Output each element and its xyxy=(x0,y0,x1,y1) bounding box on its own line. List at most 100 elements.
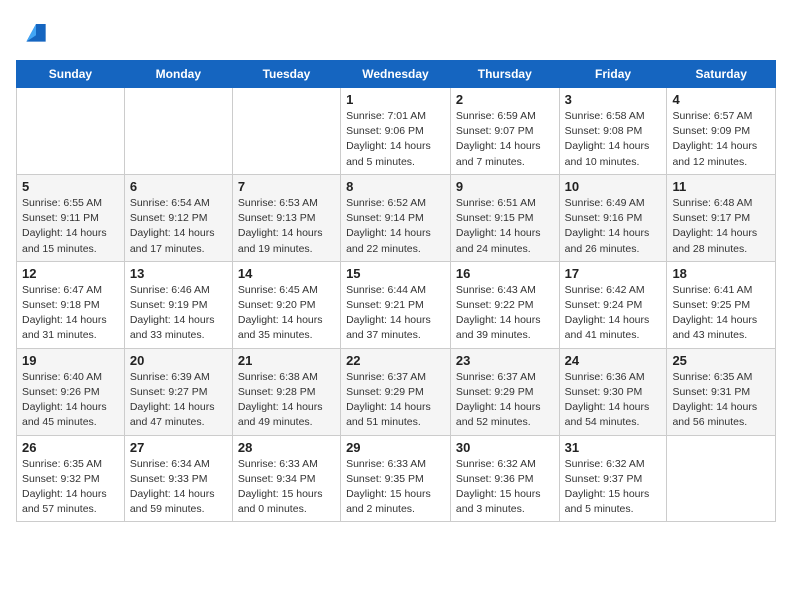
calendar-week-5: 26Sunrise: 6:35 AMSunset: 9:32 PMDayligh… xyxy=(17,435,776,522)
day-info: Sunrise: 6:35 AMSunset: 9:31 PMDaylight:… xyxy=(672,370,770,431)
day-number: 11 xyxy=(672,179,770,194)
day-info: Sunrise: 6:54 AMSunset: 9:12 PMDaylight:… xyxy=(130,196,227,257)
calendar-cell: 3Sunrise: 6:58 AMSunset: 9:08 PMDaylight… xyxy=(559,88,667,175)
calendar-cell xyxy=(232,88,340,175)
day-info: Sunrise: 6:43 AMSunset: 9:22 PMDaylight:… xyxy=(456,283,554,344)
day-info: Sunrise: 6:35 AMSunset: 9:32 PMDaylight:… xyxy=(22,457,119,518)
calendar-week-4: 19 Sunrise: 6:40 AMSunset: 9:26 PMDayligh… xyxy=(17,348,776,435)
calendar-cell: 10 Sunrise: 6:49 AMSunset: 9:16 PMDayligh… xyxy=(559,174,667,261)
day-info: Sunrise: 6:47 AMSunset: 9:18 PMDaylight:… xyxy=(22,283,119,344)
day-number: 19 xyxy=(22,353,119,368)
day-info: Sunrise: 6:49 AMSunset: 9:16 PMDaylight:… xyxy=(565,196,662,257)
calendar-header-thursday: Thursday xyxy=(450,61,559,88)
day-number: 28 xyxy=(238,440,335,455)
day-info: Sunrise: 6:44 AMSunset: 9:21 PMDaylight:… xyxy=(346,283,445,344)
calendar-cell: 18 Sunrise: 6:41 AMSunset: 9:25 PMDayligh… xyxy=(667,261,776,348)
day-info: Sunrise: 6:51 AMSunset: 9:15 PMDaylight:… xyxy=(456,196,554,257)
day-number: 7 xyxy=(238,179,335,194)
day-number: 25 xyxy=(672,353,770,368)
calendar-cell: 16 Sunrise: 6:43 AMSunset: 9:22 PMDayligh… xyxy=(450,261,559,348)
calendar-cell: 12Sunrise: 6:47 AMSunset: 9:18 PMDayligh… xyxy=(17,261,125,348)
page-header xyxy=(16,16,776,48)
logo-icon xyxy=(20,16,52,48)
calendar-cell: 6Sunrise: 6:54 AMSunset: 9:12 PMDaylight… xyxy=(124,174,232,261)
day-info: Sunrise: 6:59 AMSunset: 9:07 PMDaylight:… xyxy=(456,109,554,170)
day-number: 31 xyxy=(565,440,662,455)
calendar-cell: 29 Sunrise: 6:33 AMSunset: 9:35 PMDayligh… xyxy=(341,435,451,522)
calendar-cell: 27 Sunrise: 6:34 AMSunset: 9:33 PMDayligh… xyxy=(124,435,232,522)
calendar-cell: 1 Sunrise: 7:01 AMSunset: 9:06 PMDaylight… xyxy=(341,88,451,175)
day-number: 1 xyxy=(346,92,445,107)
logo xyxy=(16,16,52,48)
day-info: Sunrise: 6:53 AMSunset: 9:13 PMDaylight:… xyxy=(238,196,335,257)
day-number: 17 xyxy=(565,266,662,281)
day-info: Sunrise: 7:01 AMSunset: 9:06 PMDaylight:… xyxy=(346,109,445,170)
calendar-cell: 22Sunrise: 6:37 AMSunset: 9:29 PMDayligh… xyxy=(341,348,451,435)
calendar-week-1: 1 Sunrise: 7:01 AMSunset: 9:06 PMDaylight… xyxy=(17,88,776,175)
day-info: Sunrise: 6:32 AMSunset: 9:37 PMDaylight:… xyxy=(565,457,662,518)
day-number: 4 xyxy=(672,92,770,107)
calendar-cell: 2 Sunrise: 6:59 AMSunset: 9:07 PMDaylight… xyxy=(450,88,559,175)
day-info: Sunrise: 6:36 AMSunset: 9:30 PMDaylight:… xyxy=(565,370,662,431)
day-number: 8 xyxy=(346,179,445,194)
day-number: 15 xyxy=(346,266,445,281)
calendar-header-friday: Friday xyxy=(559,61,667,88)
day-number: 10 xyxy=(565,179,662,194)
calendar-cell xyxy=(124,88,232,175)
calendar-cell: 28 Sunrise: 6:33 AMSunset: 9:34 PMDayligh… xyxy=(232,435,340,522)
calendar-cell: 8 Sunrise: 6:52 AMSunset: 9:14 PMDaylight… xyxy=(341,174,451,261)
day-info: Sunrise: 6:33 AMSunset: 9:35 PMDaylight:… xyxy=(346,457,445,518)
day-number: 5 xyxy=(22,179,119,194)
day-info: Sunrise: 6:48 AMSunset: 9:17 PMDaylight:… xyxy=(672,196,770,257)
calendar-cell: 15 Sunrise: 6:44 AMSunset: 9:21 PMDayligh… xyxy=(341,261,451,348)
day-info: Sunrise: 6:55 AMSunset: 9:11 PMDaylight:… xyxy=(22,196,119,257)
calendar-week-2: 5 Sunrise: 6:55 AMSunset: 9:11 PMDaylight… xyxy=(17,174,776,261)
calendar-cell: 14Sunrise: 6:45 AMSunset: 9:20 PMDayligh… xyxy=(232,261,340,348)
calendar-cell: 17 Sunrise: 6:42 AMSunset: 9:24 PMDayligh… xyxy=(559,261,667,348)
calendar-header-monday: Monday xyxy=(124,61,232,88)
day-info: Sunrise: 6:33 AMSunset: 9:34 PMDaylight:… xyxy=(238,457,335,518)
calendar-cell: 4 Sunrise: 6:57 AMSunset: 9:09 PMDaylight… xyxy=(667,88,776,175)
day-number: 18 xyxy=(672,266,770,281)
calendar-cell: 19 Sunrise: 6:40 AMSunset: 9:26 PMDayligh… xyxy=(17,348,125,435)
day-info: Sunrise: 6:38 AMSunset: 9:28 PMDaylight:… xyxy=(238,370,335,431)
calendar-table: SundayMondayTuesdayWednesdayThursdayFrid… xyxy=(16,60,776,522)
calendar-header-saturday: Saturday xyxy=(667,61,776,88)
day-info: Sunrise: 6:39 AMSunset: 9:27 PMDaylight:… xyxy=(130,370,227,431)
calendar-cell: 21 Sunrise: 6:38 AMSunset: 9:28 PMDayligh… xyxy=(232,348,340,435)
day-number: 13 xyxy=(130,266,227,281)
day-info: Sunrise: 6:52 AMSunset: 9:14 PMDaylight:… xyxy=(346,196,445,257)
calendar-cell: 5 Sunrise: 6:55 AMSunset: 9:11 PMDaylight… xyxy=(17,174,125,261)
calendar-cell xyxy=(667,435,776,522)
day-number: 2 xyxy=(456,92,554,107)
day-number: 27 xyxy=(130,440,227,455)
calendar-header-wednesday: Wednesday xyxy=(341,61,451,88)
calendar-week-3: 12Sunrise: 6:47 AMSunset: 9:18 PMDayligh… xyxy=(17,261,776,348)
day-info: Sunrise: 6:57 AMSunset: 9:09 PMDaylight:… xyxy=(672,109,770,170)
calendar-cell: 26Sunrise: 6:35 AMSunset: 9:32 PMDayligh… xyxy=(17,435,125,522)
calendar-cell: 25 Sunrise: 6:35 AMSunset: 9:31 PMDayligh… xyxy=(667,348,776,435)
calendar-cell: 13 Sunrise: 6:46 AMSunset: 9:19 PMDayligh… xyxy=(124,261,232,348)
calendar-cell xyxy=(17,88,125,175)
day-info: Sunrise: 6:37 AMSunset: 9:29 PMDaylight:… xyxy=(456,370,554,431)
calendar-header-sunday: Sunday xyxy=(17,61,125,88)
day-info: Sunrise: 6:34 AMSunset: 9:33 PMDaylight:… xyxy=(130,457,227,518)
calendar-cell: 24Sunrise: 6:36 AMSunset: 9:30 PMDayligh… xyxy=(559,348,667,435)
day-number: 23 xyxy=(456,353,554,368)
day-number: 29 xyxy=(346,440,445,455)
day-number: 22 xyxy=(346,353,445,368)
day-number: 9 xyxy=(456,179,554,194)
day-info: Sunrise: 6:42 AMSunset: 9:24 PMDaylight:… xyxy=(565,283,662,344)
day-info: Sunrise: 6:41 AMSunset: 9:25 PMDaylight:… xyxy=(672,283,770,344)
day-info: Sunrise: 6:58 AMSunset: 9:08 PMDaylight:… xyxy=(565,109,662,170)
calendar-header-row: SundayMondayTuesdayWednesdayThursdayFrid… xyxy=(17,61,776,88)
calendar-cell: 23 Sunrise: 6:37 AMSunset: 9:29 PMDayligh… xyxy=(450,348,559,435)
day-number: 20 xyxy=(130,353,227,368)
calendar-header-tuesday: Tuesday xyxy=(232,61,340,88)
day-number: 21 xyxy=(238,353,335,368)
calendar-cell: 9 Sunrise: 6:51 AMSunset: 9:15 PMDaylight… xyxy=(450,174,559,261)
day-info: Sunrise: 6:45 AMSunset: 9:20 PMDaylight:… xyxy=(238,283,335,344)
day-info: Sunrise: 6:40 AMSunset: 9:26 PMDaylight:… xyxy=(22,370,119,431)
day-number: 16 xyxy=(456,266,554,281)
day-info: Sunrise: 6:46 AMSunset: 9:19 PMDaylight:… xyxy=(130,283,227,344)
